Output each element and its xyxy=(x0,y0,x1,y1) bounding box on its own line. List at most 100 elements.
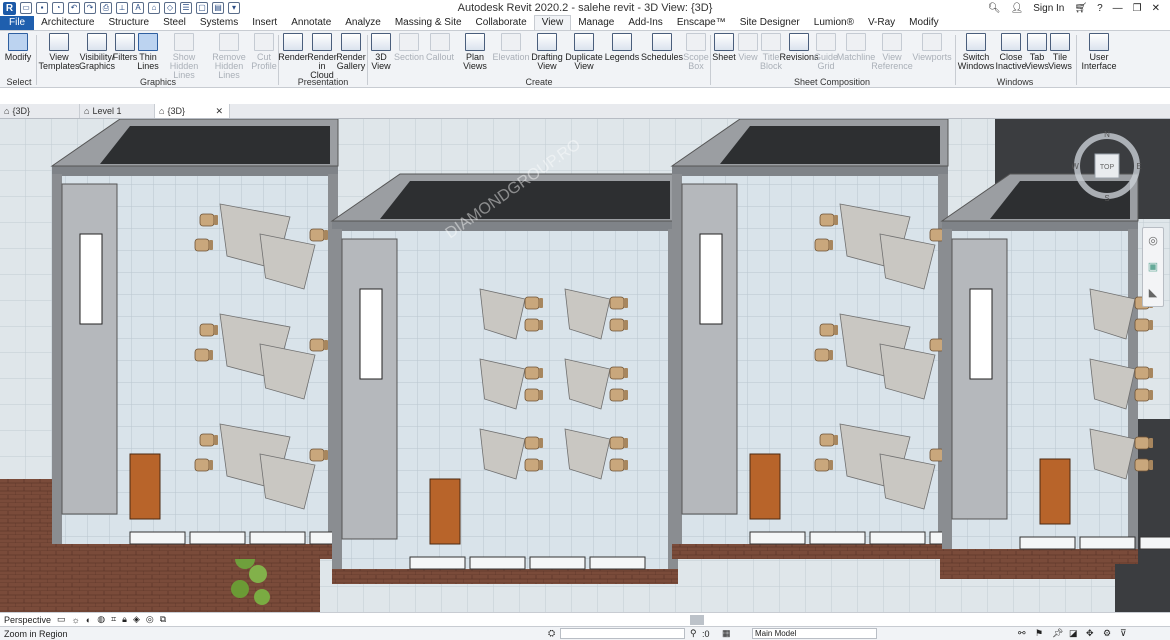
section-icon[interactable]: ◇ xyxy=(164,2,176,14)
editable-only-icon[interactable]: ⚲ xyxy=(690,628,697,639)
schedules-button[interactable]: Schedules xyxy=(641,33,683,62)
close-icon[interactable]: ✕ xyxy=(1152,3,1160,14)
shadows-icon[interactable]: ◐ xyxy=(86,615,91,625)
visibility-graphics-button[interactable]: Visibility/ Graphics xyxy=(79,33,115,71)
visual-style-icon[interactable]: ▭ xyxy=(57,614,66,625)
sign-in-link[interactable]: Sign In xyxy=(1033,3,1064,14)
steering-wheel-icon[interactable]: ◎ xyxy=(1143,228,1163,254)
tab-collaborate[interactable]: Collaborate xyxy=(469,16,534,30)
tab-file[interactable]: File xyxy=(0,16,35,30)
drafting-view-button[interactable]: Drafting View xyxy=(531,33,563,71)
tab-manage[interactable]: Manage xyxy=(571,16,621,30)
tab-view[interactable]: View xyxy=(533,15,572,30)
matchline-button[interactable]: Matchline xyxy=(837,33,875,62)
switch-windows-button[interactable]: Switch Windows xyxy=(958,33,994,71)
filter-icon[interactable]: ⊽ xyxy=(1120,628,1127,639)
view-mode-label[interactable]: Perspective xyxy=(4,615,51,625)
temp-hide-icon[interactable]: ◈ xyxy=(133,614,140,625)
open-icon[interactable]: ▭ xyxy=(20,2,32,14)
revit-logo-icon[interactable]: R xyxy=(3,1,16,15)
view-tab[interactable]: ⌂ {3D} ✕ xyxy=(155,104,230,118)
tab-insert[interactable]: Insert xyxy=(245,16,284,30)
close-hidden-icon[interactable]: ▢ xyxy=(196,2,208,14)
lock-view-icon[interactable]: 🔒︎ xyxy=(122,614,127,625)
scroll-thumb[interactable] xyxy=(690,614,704,625)
design-options-icon[interactable]: ▦ xyxy=(722,628,731,639)
analysis-icon[interactable]: ⧉ xyxy=(160,614,166,625)
view-reference-button[interactable]: View Reference xyxy=(871,33,913,71)
legends-button[interactable]: Legends xyxy=(605,33,639,62)
crop-view-icon[interactable]: ⌗ xyxy=(111,614,116,625)
3d-viewport[interactable]: DIAMONDGROUP.RO TOP N E S W ◎ ▣ ◣ xyxy=(0,119,1170,612)
minimize-icon[interactable]: — xyxy=(1113,3,1123,14)
render-button[interactable]: Render xyxy=(278,33,308,62)
3d-scene[interactable]: DIAMONDGROUP.RO xyxy=(0,119,1170,612)
modify-button[interactable]: Modify xyxy=(4,33,32,62)
view-templates-button[interactable]: View Templates xyxy=(39,33,80,71)
thin-lines-icon[interactable]: ☰ xyxy=(180,2,192,14)
tab-annotate[interactable]: Annotate xyxy=(284,16,338,30)
background-process-icon[interactable]: ⚙ xyxy=(1103,628,1111,639)
redo-icon[interactable]: ↷ xyxy=(84,2,96,14)
duplicate-view-button[interactable]: Duplicate View xyxy=(565,33,603,71)
remove-hidden-lines-button[interactable]: Remove Hidden Lines xyxy=(207,33,251,80)
search-icon[interactable]: 🔍︎ xyxy=(988,3,1001,14)
tab-add-ins[interactable]: Add-Ins xyxy=(621,16,669,30)
help-icon[interactable]: ? xyxy=(1097,3,1103,14)
select-underlay-icon[interactable]: ⚑ xyxy=(1035,628,1043,639)
tab-views-button[interactable]: Tab Views xyxy=(1025,33,1049,71)
fly-icon[interactable]: ◣ xyxy=(1143,280,1163,306)
callout-button[interactable]: Callout xyxy=(425,33,455,62)
tab-analyze[interactable]: Analyze xyxy=(338,16,388,30)
select-pinned-icon[interactable]: 📌︎ xyxy=(1052,628,1063,639)
sheet-button[interactable]: Sheet xyxy=(712,33,736,62)
tab-architecture[interactable]: Architecture xyxy=(34,16,101,30)
title-block-button[interactable]: Title Block xyxy=(760,33,782,71)
worksets-icon[interactable]: ⛭ xyxy=(548,628,555,639)
elevation-button[interactable]: Elevation xyxy=(492,33,530,62)
switch-windows-icon[interactable]: ▤ xyxy=(212,2,224,14)
render-gallery-button[interactable]: Render Gallery xyxy=(336,33,366,71)
tab-v-ray[interactable]: V-Ray xyxy=(861,16,902,30)
viewports-button[interactable]: Viewports xyxy=(912,33,952,62)
tile-views-button[interactable]: Tile Views xyxy=(1048,33,1072,71)
plan-views-button[interactable]: Plan Views xyxy=(460,33,490,71)
restore-icon[interactable]: ❐ xyxy=(1133,3,1142,14)
save-icon[interactable]: ▪ xyxy=(36,2,48,14)
tab-systems[interactable]: Systems xyxy=(193,16,245,30)
sync-icon[interactable]: ◔ xyxy=(52,2,64,14)
default-3d-icon[interactable]: ⌂ xyxy=(148,2,160,14)
guide-grid-button[interactable]: Guide Grid xyxy=(814,33,838,71)
3d-view-button[interactable]: 3D View xyxy=(369,33,393,71)
view-cube[interactable]: TOP N E S W xyxy=(1071,130,1142,203)
measure-icon[interactable]: ⟂ xyxy=(116,2,128,14)
user-interface-button[interactable]: User Interface xyxy=(1080,33,1118,71)
tab-structure[interactable]: Structure xyxy=(101,16,156,30)
tab-lumion[interactable]: Lumion® xyxy=(807,16,861,30)
select-by-face-icon[interactable]: ◪ xyxy=(1069,628,1078,639)
view-tab[interactable]: ⌂ Level 1 xyxy=(80,104,155,118)
cart-icon[interactable]: 🛒︎ xyxy=(1074,3,1087,14)
show-hidden-lines-button[interactable]: Show Hidden Lines xyxy=(162,33,206,80)
text-icon[interactable]: A xyxy=(132,2,144,14)
worksets-dropdown[interactable] xyxy=(560,628,685,639)
tab-site-designer[interactable]: Site Designer xyxy=(733,16,807,30)
tab-modify[interactable]: Modify xyxy=(902,16,945,30)
customize-icon[interactable]: ▾ xyxy=(228,2,240,14)
drag-elements-icon[interactable]: ✥ xyxy=(1086,628,1094,639)
close-inactive-button[interactable]: Close Inactive xyxy=(996,33,1027,71)
section-button[interactable]: Section xyxy=(394,33,424,62)
tab-enscape[interactable]: Enscape™ xyxy=(670,16,733,30)
reveal-hidden-icon[interactable]: ◎ xyxy=(146,614,154,625)
render-icon[interactable]: ◍ xyxy=(97,614,105,625)
select-links-icon[interactable]: ⚯ xyxy=(1018,628,1026,639)
thin-lines-button[interactable]: Thin Lines xyxy=(137,33,159,71)
print-icon[interactable]: ⎙ xyxy=(100,2,112,14)
view-tab[interactable]: ⌂ {3D} xyxy=(0,104,80,118)
undo-icon[interactable]: ↶ xyxy=(68,2,80,14)
zoom-icon[interactable]: ▣ xyxy=(1143,254,1163,280)
design-options-dropdown[interactable]: Main Model xyxy=(752,628,877,639)
revisions-button[interactable]: Revisions xyxy=(780,33,819,62)
user-icon[interactable]: 👤︎ xyxy=(1011,3,1024,14)
tab-massing-site[interactable]: Massing & Site xyxy=(388,16,469,30)
